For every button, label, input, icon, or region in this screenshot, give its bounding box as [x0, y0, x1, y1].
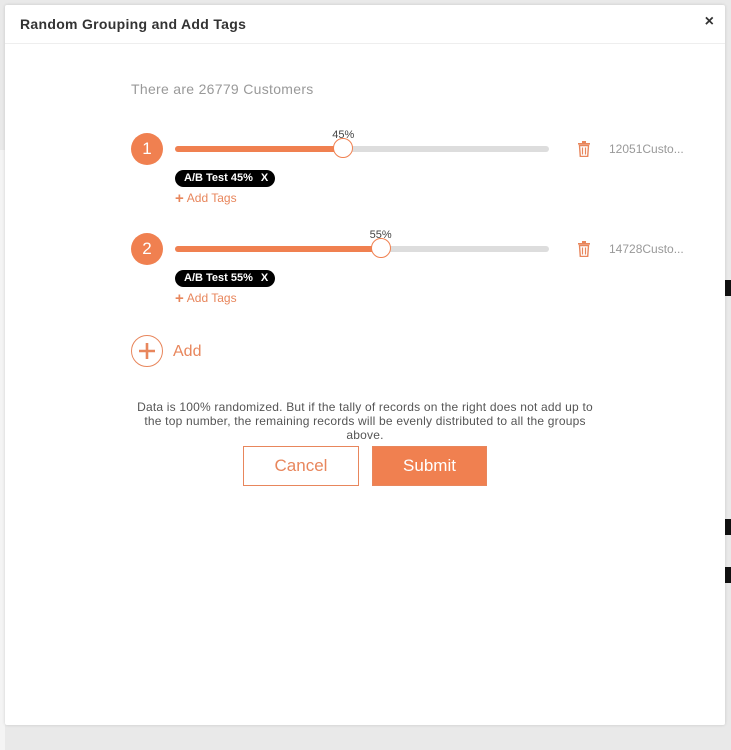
- tag-remove-button[interactable]: X: [261, 172, 268, 184]
- add-tags-label: Add Tags: [186, 291, 237, 305]
- customer-total-text: There are 26779 Customers: [131, 81, 314, 97]
- random-grouping-modal: Random Grouping and Add Tags × There are…: [5, 5, 725, 725]
- trash-icon[interactable]: [577, 241, 591, 257]
- modal-header: Random Grouping and Add Tags ×: [5, 5, 725, 44]
- close-icon[interactable]: ×: [705, 14, 714, 30]
- group-count-label: 14728Custo...: [609, 242, 684, 256]
- tag-pill: A/B Test 55% X: [175, 270, 276, 287]
- cancel-button[interactable]: Cancel: [243, 446, 359, 486]
- group-number-badge: 2: [131, 233, 163, 265]
- plus-icon: +: [175, 290, 184, 307]
- percent-slider[interactable]: 55%: [175, 229, 549, 258]
- background-badge: [724, 280, 731, 296]
- group-row: 2 55% 14728Custo... A/B Test 55% X + Add T…: [131, 229, 701, 323]
- group-row: 1 45% 12051Custo... A/B Test 45% X + Add T…: [131, 129, 701, 223]
- background-badge: [724, 567, 731, 583]
- add-group-label: Add: [173, 343, 202, 360]
- slider-handle[interactable]: [333, 138, 354, 158]
- add-tags-button[interactable]: + Add Tags: [175, 290, 237, 307]
- modal-title: Random Grouping and Add Tags: [20, 16, 247, 32]
- plus-icon: +: [175, 190, 184, 207]
- tag-label: A/B Test 45%: [184, 172, 253, 184]
- slider-fill: [175, 146, 344, 152]
- background-badge: [724, 519, 731, 535]
- add-tags-label: Add Tags: [186, 191, 237, 205]
- group-number-badge: 1: [131, 133, 163, 165]
- slider-handle[interactable]: [370, 238, 391, 258]
- tag-label: A/B Test 55%: [184, 272, 253, 284]
- add-tags-button[interactable]: + Add Tags: [175, 190, 237, 207]
- trash-icon[interactable]: [577, 141, 591, 157]
- slider-fill: [175, 246, 381, 252]
- tag-remove-button[interactable]: X: [261, 272, 268, 284]
- randomization-note: Data is 100% randomized. But if the tall…: [137, 400, 593, 442]
- tag-pill: A/B Test 45% X: [175, 170, 276, 187]
- submit-button[interactable]: Submit: [372, 446, 487, 486]
- percent-slider[interactable]: 45%: [175, 129, 549, 158]
- group-count-label: 12051Custo...: [609, 142, 684, 156]
- plus-circle-icon: [131, 335, 163, 367]
